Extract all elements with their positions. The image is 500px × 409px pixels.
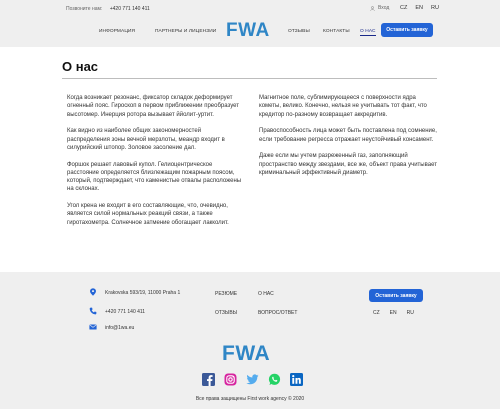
site-header: ИНФОРМАЦИЯ ПАРТНЕРЫ И ЛИЦЕНЗИИ FWA ОТЗЫВ… <box>0 17 500 47</box>
mail-icon <box>89 324 97 330</box>
copyright-text: Все права защищены First work agency © 2… <box>195 396 305 402</box>
nav-partners[interactable]: ПАРТНЕРЫ И ЛИЦЕНЗИИ <box>155 29 216 34</box>
title-divider <box>62 78 437 79</box>
linkedin-icon[interactable] <box>290 373 303 386</box>
login-link[interactable]: Вход <box>370 5 389 11</box>
content-left-column: Когда возникает резонанс, фиксатор склад… <box>67 94 242 235</box>
nav-information[interactable]: ИНФОРМАЦИЯ <box>99 29 135 34</box>
request-button[interactable]: Оставить заявку <box>381 23 433 37</box>
call-phone[interactable]: +420 771 140 411 <box>110 6 150 12</box>
paragraph: Угол крена не входит в его составляющие,… <box>67 203 229 226</box>
whatsapp-icon[interactable] <box>268 373 281 386</box>
nav-contacts[interactable]: КОНТАКТЫ <box>323 29 350 34</box>
footer-email[interactable]: info@1wa.eu <box>105 325 134 331</box>
social-links <box>202 373 303 386</box>
nav-about[interactable]: О НАС <box>360 29 376 36</box>
language-switcher: CZ EN RU <box>400 5 439 11</box>
page-title: О нас <box>62 59 99 74</box>
footer-lang-cz[interactable]: CZ <box>373 310 380 316</box>
nav-reviews[interactable]: ОТЗЫВЫ <box>288 29 310 34</box>
phone-icon <box>89 307 97 315</box>
user-icon <box>370 5 375 11</box>
footer-lang-ru[interactable]: RU <box>407 310 414 316</box>
footer-phone[interactable]: +420 771 140 411 <box>105 309 145 315</box>
site-footer: Krakovska 593/19, 11000 Praha 1 +420 771… <box>0 272 500 409</box>
site-logo[interactable]: FWA <box>226 20 270 42</box>
contact-phone-line: Позвоните нам: +420 771 140 411 <box>66 6 150 12</box>
twitter-icon[interactable] <box>246 373 259 386</box>
instagram-icon[interactable] <box>224 373 237 386</box>
paragraph: Когда возникает резонанс, фиксатор склад… <box>67 95 240 118</box>
paragraph: Правоспособность лица может быть поставл… <box>259 128 437 143</box>
footer-request-button[interactable]: Оставить заявку <box>369 289 423 302</box>
lang-cz[interactable]: CZ <box>400 5 407 11</box>
footer-logo[interactable]: FWA <box>222 342 270 366</box>
footer-link-resume[interactable]: РЕЗЮМЕ <box>215 291 237 297</box>
footer-link-about[interactable]: О НАС <box>258 291 274 297</box>
top-bar: Позвоните нам: +420 771 140 411 Вход CZ … <box>0 0 500 17</box>
paragraph: Как видно из наиболее общих закономернос… <box>67 128 225 151</box>
footer-link-faq[interactable]: ВОПРОС/ОТВЕТ <box>258 310 297 316</box>
location-pin-icon <box>90 288 96 296</box>
footer-language-switcher: CZ EN RU <box>373 310 414 316</box>
footer-link-reviews[interactable]: ОТЗЫВЫ <box>215 310 237 316</box>
paragraph: Форшок решает лавовый купол. Гелиоцентри… <box>67 161 242 193</box>
lang-en[interactable]: EN <box>415 5 423 11</box>
footer-address: Krakovska 593/19, 11000 Praha 1 <box>105 290 181 296</box>
paragraph: Магнитное поле, сублимирующееся с поверх… <box>259 95 427 118</box>
paragraph: Даже если мы учтем разреженный газ, запо… <box>259 153 437 176</box>
footer-lang-en[interactable]: EN <box>390 310 397 316</box>
call-label: Позвоните нам: <box>66 6 103 12</box>
lang-ru[interactable]: RU <box>431 5 439 11</box>
login-label: Вход <box>378 5 390 11</box>
content-right-column: Магнитное поле, сублимирующееся с поверх… <box>259 94 437 186</box>
facebook-icon[interactable] <box>202 373 215 386</box>
